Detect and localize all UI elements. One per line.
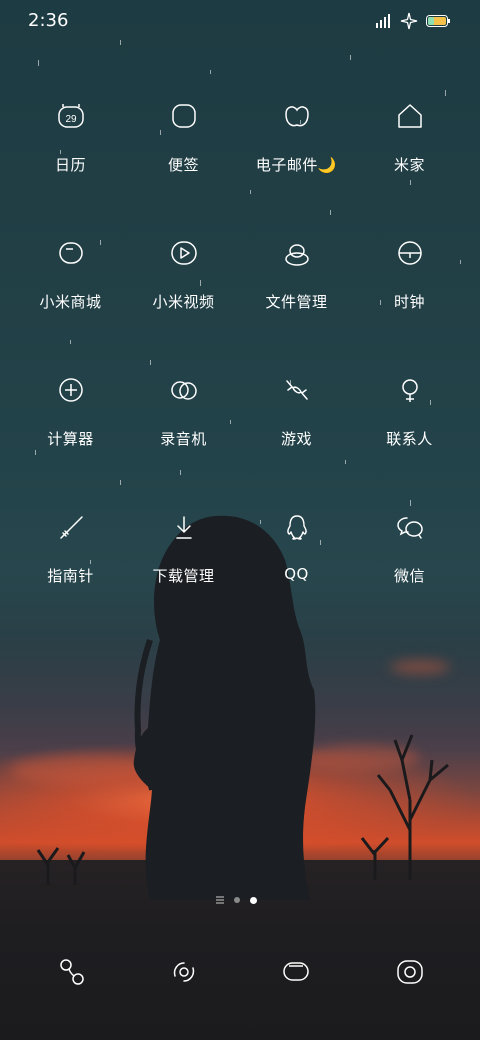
download-icon <box>175 516 192 539</box>
calendar-day: 29 <box>65 114 77 125</box>
app-files[interactable]: 文件管理 <box>240 233 353 343</box>
dock <box>0 952 480 1000</box>
video-icon <box>170 241 197 265</box>
app-label: 米家 <box>393 156 425 174</box>
wechat-icon <box>396 517 423 539</box>
camera-icon <box>397 960 423 984</box>
home-icon <box>397 104 422 128</box>
phone-icon <box>60 959 84 985</box>
page-list-icon <box>216 896 224 904</box>
app-calendar[interactable]: 29 日历 <box>14 96 127 206</box>
app-clock[interactable]: 时钟 <box>353 233 466 343</box>
app-label: 文件管理 <box>265 293 328 311</box>
status-bar: 2:36 <box>0 0 480 44</box>
clock-icon <box>397 241 422 265</box>
messages-icon <box>283 962 309 981</box>
sparkle-icon <box>400 12 418 30</box>
page-indicator[interactable] <box>216 896 257 904</box>
notes-icon <box>171 104 196 128</box>
mall-icon <box>58 242 83 264</box>
app-notes[interactable]: 便签 <box>127 96 240 206</box>
app-download[interactable]: 下载管理 <box>127 507 240 617</box>
app-label: 电子邮件🌙 <box>255 156 338 174</box>
email-icon <box>284 106 309 127</box>
dock-camera[interactable] <box>390 952 430 992</box>
app-label: 小米视频 <box>152 293 215 311</box>
app-label: 下载管理 <box>152 567 215 585</box>
app-label: QQ <box>284 565 309 583</box>
calculator-icon <box>58 378 83 402</box>
contacts-icon <box>401 379 418 402</box>
app-email[interactable]: 电子邮件🌙 <box>240 96 353 206</box>
compass-icon <box>59 516 83 539</box>
app-wechat[interactable]: 微信 <box>353 507 466 617</box>
recorder-icon <box>170 381 197 400</box>
app-video[interactable]: 小米视频 <box>127 233 240 343</box>
app-recorder[interactable]: 录音机 <box>127 370 240 480</box>
dock-messages[interactable] <box>276 952 316 992</box>
page-dot-active <box>250 896 257 904</box>
battery-icon <box>426 15 450 27</box>
app-label: 录音机 <box>160 430 207 448</box>
files-icon <box>284 244 309 266</box>
app-mall[interactable]: 小米商城 <box>14 233 127 343</box>
app-label: 微信 <box>393 567 425 585</box>
app-label: 计算器 <box>47 430 94 448</box>
app-label: 游戏 <box>280 430 312 448</box>
app-label: 日历 <box>54 156 86 174</box>
app-game[interactable]: 游戏 <box>240 370 353 480</box>
app-label: 联系人 <box>386 430 433 448</box>
calendar-icon: 29 <box>57 104 84 128</box>
qq-icon <box>286 515 307 540</box>
app-label: 便签 <box>167 156 199 174</box>
game-icon <box>285 380 308 400</box>
app-qq[interactable]: QQ <box>240 507 353 617</box>
app-calculator[interactable]: 计算器 <box>14 370 127 480</box>
page-dot <box>234 897 240 903</box>
app-compass[interactable]: 指南针 <box>14 507 127 617</box>
app-label: 小米商城 <box>39 293 102 311</box>
browser-icon <box>173 962 195 982</box>
dock-phone[interactable] <box>52 952 92 992</box>
app-label: 指南针 <box>47 567 94 585</box>
signal-icon <box>376 14 390 28</box>
app-label: 时钟 <box>393 293 425 311</box>
status-time: 2:36 <box>28 10 69 31</box>
dock-browser[interactable] <box>164 952 204 992</box>
status-icons <box>376 12 450 30</box>
app-contacts[interactable]: 联系人 <box>353 370 466 480</box>
app-mihome[interactable]: 米家 <box>353 96 466 206</box>
